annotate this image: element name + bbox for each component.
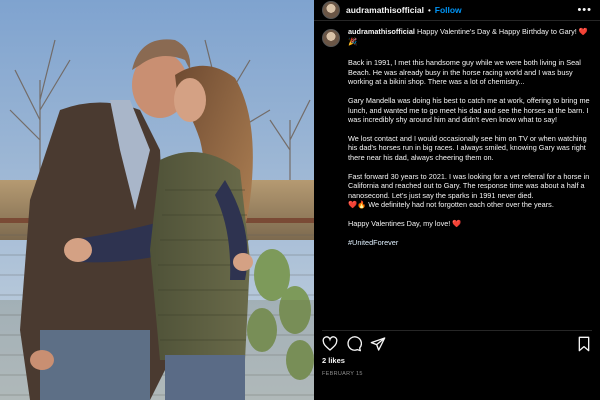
username-link[interactable]: audramathisofficial: [346, 5, 424, 15]
caption-avatar[interactable]: [322, 29, 340, 47]
post-date[interactable]: FEBRUARY 15: [322, 371, 363, 377]
caption-intro: audramathisofficial Happy Valentine's Da…: [348, 27, 592, 46]
avatar[interactable]: [322, 1, 340, 19]
more-icon[interactable]: •••: [577, 4, 592, 16]
caption: audramathisofficial Happy Valentine's Da…: [314, 21, 600, 256]
couple-kissing-image: [0, 0, 314, 400]
post-sidebar: audramathisofficial • Follow ••• audrama…: [314, 0, 600, 400]
bookmark-icon[interactable]: [576, 336, 592, 352]
caption-paragraph-emoji: ❤️🔥 We definitely had not forgotten each…: [348, 200, 592, 210]
share-icon[interactable]: [370, 336, 386, 352]
post-photo[interactable]: [0, 0, 314, 400]
caption-closing: Happy Valentines Day, my love! ❤️: [348, 219, 592, 229]
caption-body: audramathisofficial Happy Valentine's Da…: [348, 27, 592, 256]
caption-hashtag: #UnitedForever: [348, 238, 592, 248]
caption-paragraph: Gary Mandella was doing his best to catc…: [348, 95, 590, 125]
post-header: audramathisofficial • Follow •••: [314, 0, 600, 21]
caption-closing-text: Happy Valentines Day, my love!: [348, 218, 451, 228]
caption-emoji: ❤️🔥: [348, 200, 367, 210]
caption-username[interactable]: audramathisofficial: [348, 27, 415, 36]
heart-icon[interactable]: [322, 336, 338, 352]
caption-intro-text: Happy Valentine's Day & Happy Birthday t…: [416, 27, 577, 36]
caption-paragraph: We lost contact and I would occasionally…: [348, 133, 587, 162]
comment-icon[interactable]: [346, 336, 362, 352]
like-count[interactable]: 2 likes: [322, 356, 345, 365]
caption-paragraph-tail: We definitely had not forgotten each oth…: [368, 200, 554, 210]
follow-button[interactable]: Follow: [435, 5, 462, 15]
instagram-post: audramathisofficial • Follow ••• audrama…: [0, 0, 600, 400]
action-bar: [322, 330, 592, 353]
caption-paragraph: Fast forward 30 years to 2021. I was loo…: [348, 171, 590, 200]
caption-closing-emoji: ❤️: [452, 218, 462, 228]
caption-paragraph: Back in 1991, I met this handsome guy wh…: [348, 58, 581, 87]
separator-dot: •: [427, 5, 431, 15]
hashtag-link[interactable]: #UnitedForever: [348, 238, 398, 247]
